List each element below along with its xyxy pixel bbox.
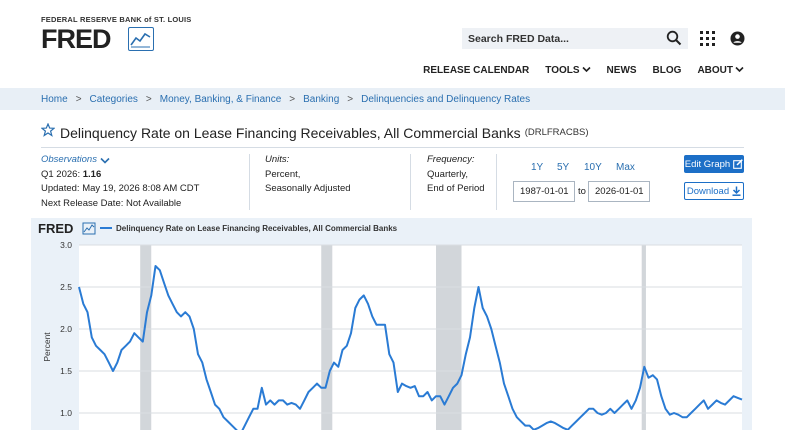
chart-logo-icon xyxy=(82,222,96,235)
y-tick-label: 1.0 xyxy=(60,408,72,418)
nav-tools[interactable]: TOOLS xyxy=(545,65,591,76)
breadcrumb-separator: > xyxy=(289,93,296,105)
chart-panel: FRED Delinquency Rate on Lease Financing… xyxy=(31,218,752,435)
y-axis-label: Percent xyxy=(42,332,52,362)
nav-blog[interactable]: BLOG xyxy=(653,65,682,76)
observations-label: Observations xyxy=(41,154,97,165)
y-tick-label: 3.0 xyxy=(60,240,72,250)
range-max-button[interactable]: Max xyxy=(616,162,635,173)
recession-shading xyxy=(641,245,646,435)
divider xyxy=(249,154,250,210)
latest-value: 1.16 xyxy=(82,168,102,180)
frequency-line2: End of Period xyxy=(427,183,485,194)
latest-period: Q1 2026: xyxy=(41,168,81,180)
breadcrumb-separator: > xyxy=(347,93,354,105)
recession-shading xyxy=(436,245,462,435)
units-block: Units: Percent, Seasonally Adjusted xyxy=(265,153,351,197)
divider xyxy=(496,154,497,210)
divider xyxy=(410,154,411,210)
apps-grid-icon[interactable] xyxy=(700,31,715,51)
range-10y-button[interactable]: 10Y xyxy=(584,162,602,173)
edit-graph-button[interactable]: Edit Graph xyxy=(684,155,744,173)
search-bar xyxy=(462,28,688,49)
y-tick-label: 2.5 xyxy=(60,282,72,292)
chart-logo-text: FRED xyxy=(38,221,73,236)
breadcrumb: Home > Categories > Money, Banking, & Fi… xyxy=(0,88,785,110)
chart[interactable]: FRED Delinquency Rate on Lease Financing… xyxy=(31,218,752,435)
chevron-down-icon xyxy=(735,66,744,73)
series-id: (DRLFRACBS) xyxy=(524,127,589,138)
nav-about-label: ABOUT xyxy=(697,65,733,76)
breadcrumb-banking[interactable]: Banking xyxy=(303,94,339,105)
next-release-text: Next Release Date: Not Available xyxy=(41,197,182,209)
star-icon[interactable] xyxy=(40,122,56,142)
y-tick-label: 2.0 xyxy=(60,324,72,334)
edit-graph-label: Edit Graph xyxy=(684,158,731,170)
chevron-down-icon xyxy=(581,66,591,73)
chevron-down-icon xyxy=(100,157,110,164)
breadcrumb-separator: > xyxy=(75,93,82,105)
nav-tools-label: TOOLS xyxy=(545,65,580,76)
download-label: Download xyxy=(686,185,730,197)
chart-fred-logo: FRED xyxy=(38,221,96,236)
fred-logo[interactable]: FRED xyxy=(41,24,111,55)
nav-news[interactable]: NEWS xyxy=(607,65,637,76)
breadcrumb-separator: > xyxy=(145,93,152,105)
site-header: FEDERAL RESERVE BANK of ST. LOUIS FRED S… xyxy=(0,0,785,88)
breadcrumb-money-banking[interactable]: Money, Banking, & Finance xyxy=(160,94,282,105)
page-title: Delinquency Rate on Lease Financing Rece… xyxy=(60,124,521,141)
recession-shading xyxy=(321,245,333,435)
breadcrumb-delinquencies[interactable]: Delinquencies and Delinquency Rates xyxy=(361,94,530,105)
frequency-block: Frequency: Quarterly, End of Period xyxy=(427,153,485,197)
units-line1: Percent, xyxy=(265,168,301,180)
fed-org-name: FEDERAL RESERVE BANK of ST. LOUIS xyxy=(41,15,192,24)
edit-icon xyxy=(733,159,744,169)
date-range-to: to xyxy=(578,186,586,197)
nav-about[interactable]: ABOUT xyxy=(697,65,744,76)
updated-text: Updated: May 19, 2026 8:08 AM CDT xyxy=(41,183,200,194)
chart-title: Delinquency Rate on Lease Financing Rece… xyxy=(116,224,398,233)
account-icon[interactable] xyxy=(730,31,745,51)
start-date-input[interactable]: 1987-01-01 xyxy=(513,181,575,202)
fred-logo-chart-icon[interactable] xyxy=(128,27,154,51)
range-5y-button[interactable]: 5Y xyxy=(557,162,569,173)
range-1y-button[interactable]: 1Y xyxy=(531,162,543,173)
end-date-input[interactable]: 2026-01-01 xyxy=(588,181,650,202)
search-input[interactable] xyxy=(468,32,658,45)
y-tick-label: 1.5 xyxy=(60,366,72,376)
observations-toggle[interactable]: Observations xyxy=(41,153,199,168)
nav-release-calendar[interactable]: RELEASE CALENDAR xyxy=(423,65,529,76)
main-nav: RELEASE CALENDAR TOOLS NEWS BLOG ABOUT xyxy=(423,65,744,76)
frequency-line1: Quarterly, xyxy=(427,168,469,180)
breadcrumb-categories[interactable]: Categories xyxy=(90,94,138,105)
download-icon xyxy=(732,186,741,196)
download-button[interactable]: Download xyxy=(684,182,744,200)
units-line2: Seasonally Adjusted xyxy=(265,183,351,194)
recession-shading xyxy=(140,245,152,435)
series-title-row: Delinquency Rate on Lease Financing Rece… xyxy=(40,122,589,142)
latest-observation: Q1 2026: 1.16 xyxy=(41,168,199,183)
search-icon[interactable] xyxy=(666,30,682,51)
observations-block: Observations Q1 2026: 1.16 Updated: May … xyxy=(41,153,199,211)
frequency-label: Frequency: xyxy=(427,154,475,165)
units-label: Units: xyxy=(265,154,290,165)
breadcrumb-home[interactable]: Home xyxy=(41,94,68,105)
